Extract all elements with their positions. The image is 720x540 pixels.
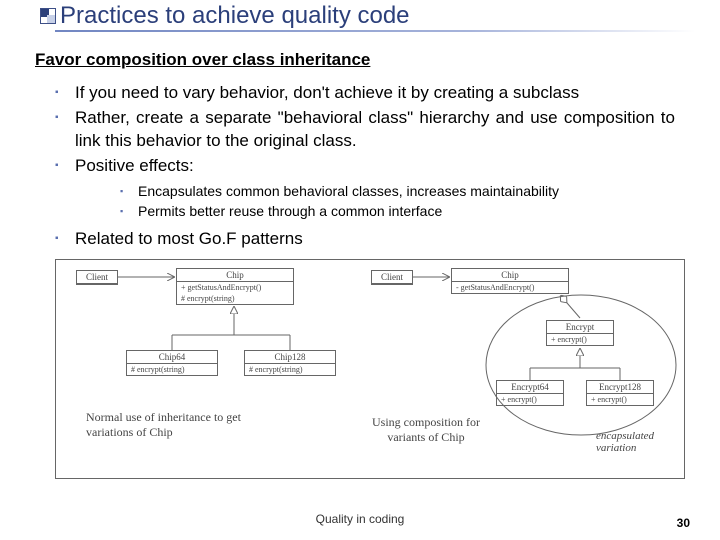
slide-header: Practices to achieve quality code xyxy=(0,0,720,42)
right-chip-box: Chip - getStatusAndEncrypt() xyxy=(451,268,569,294)
left-caption: Normal use of inheritance to get variati… xyxy=(86,410,256,440)
sub-bullet-2: Permits better reuse through a common in… xyxy=(120,202,675,222)
right-encrypt-box: Encrypt + encrypt() xyxy=(546,320,614,346)
right-encrypt64-box: Encrypt64 + encrypt() xyxy=(496,380,564,406)
right-client-box: Client xyxy=(371,270,413,285)
right-encrypt128-box: Encrypt128 + encrypt() xyxy=(586,380,654,406)
uml-diagram: Client Chip + getStatusAndEncrypt() # en… xyxy=(55,259,685,479)
sub-bullet-1: Encapsulates common behavioral classes, … xyxy=(120,182,675,202)
left-chip64-box: Chip64 # encrypt(string) xyxy=(126,350,218,376)
left-chip128-box: Chip128 # encrypt(string) xyxy=(244,350,336,376)
bullet-3: Positive effects: Encapsulates common be… xyxy=(55,155,675,222)
left-chip-box: Chip + getStatusAndEncrypt() # encrypt(s… xyxy=(176,268,294,305)
slide-title: Practices to achieve quality code xyxy=(60,2,410,30)
encapsulated-label: encapsulated variation xyxy=(596,430,676,454)
header-bullet-icon xyxy=(40,8,56,24)
right-caption: Using composition for variants of Chip xyxy=(356,415,496,445)
slide-subtitle: Favor composition over class inheritance xyxy=(35,50,720,70)
footer-center: Quality in coding xyxy=(0,512,720,526)
bullet-1: If you need to vary behavior, don't achi… xyxy=(55,82,675,105)
main-bullets: If you need to vary behavior, don't achi… xyxy=(55,82,675,251)
slide-footer: Quality in coding 30 xyxy=(0,512,720,530)
left-client-box: Client xyxy=(76,270,118,285)
bullet-2: Rather, create a separate "behavioral cl… xyxy=(55,107,675,153)
sub-bullets: Encapsulates common behavioral classes, … xyxy=(120,182,675,222)
bullet-4: Related to most Go.F patterns xyxy=(55,228,675,251)
header-underline xyxy=(55,30,695,32)
page-number: 30 xyxy=(677,516,690,530)
